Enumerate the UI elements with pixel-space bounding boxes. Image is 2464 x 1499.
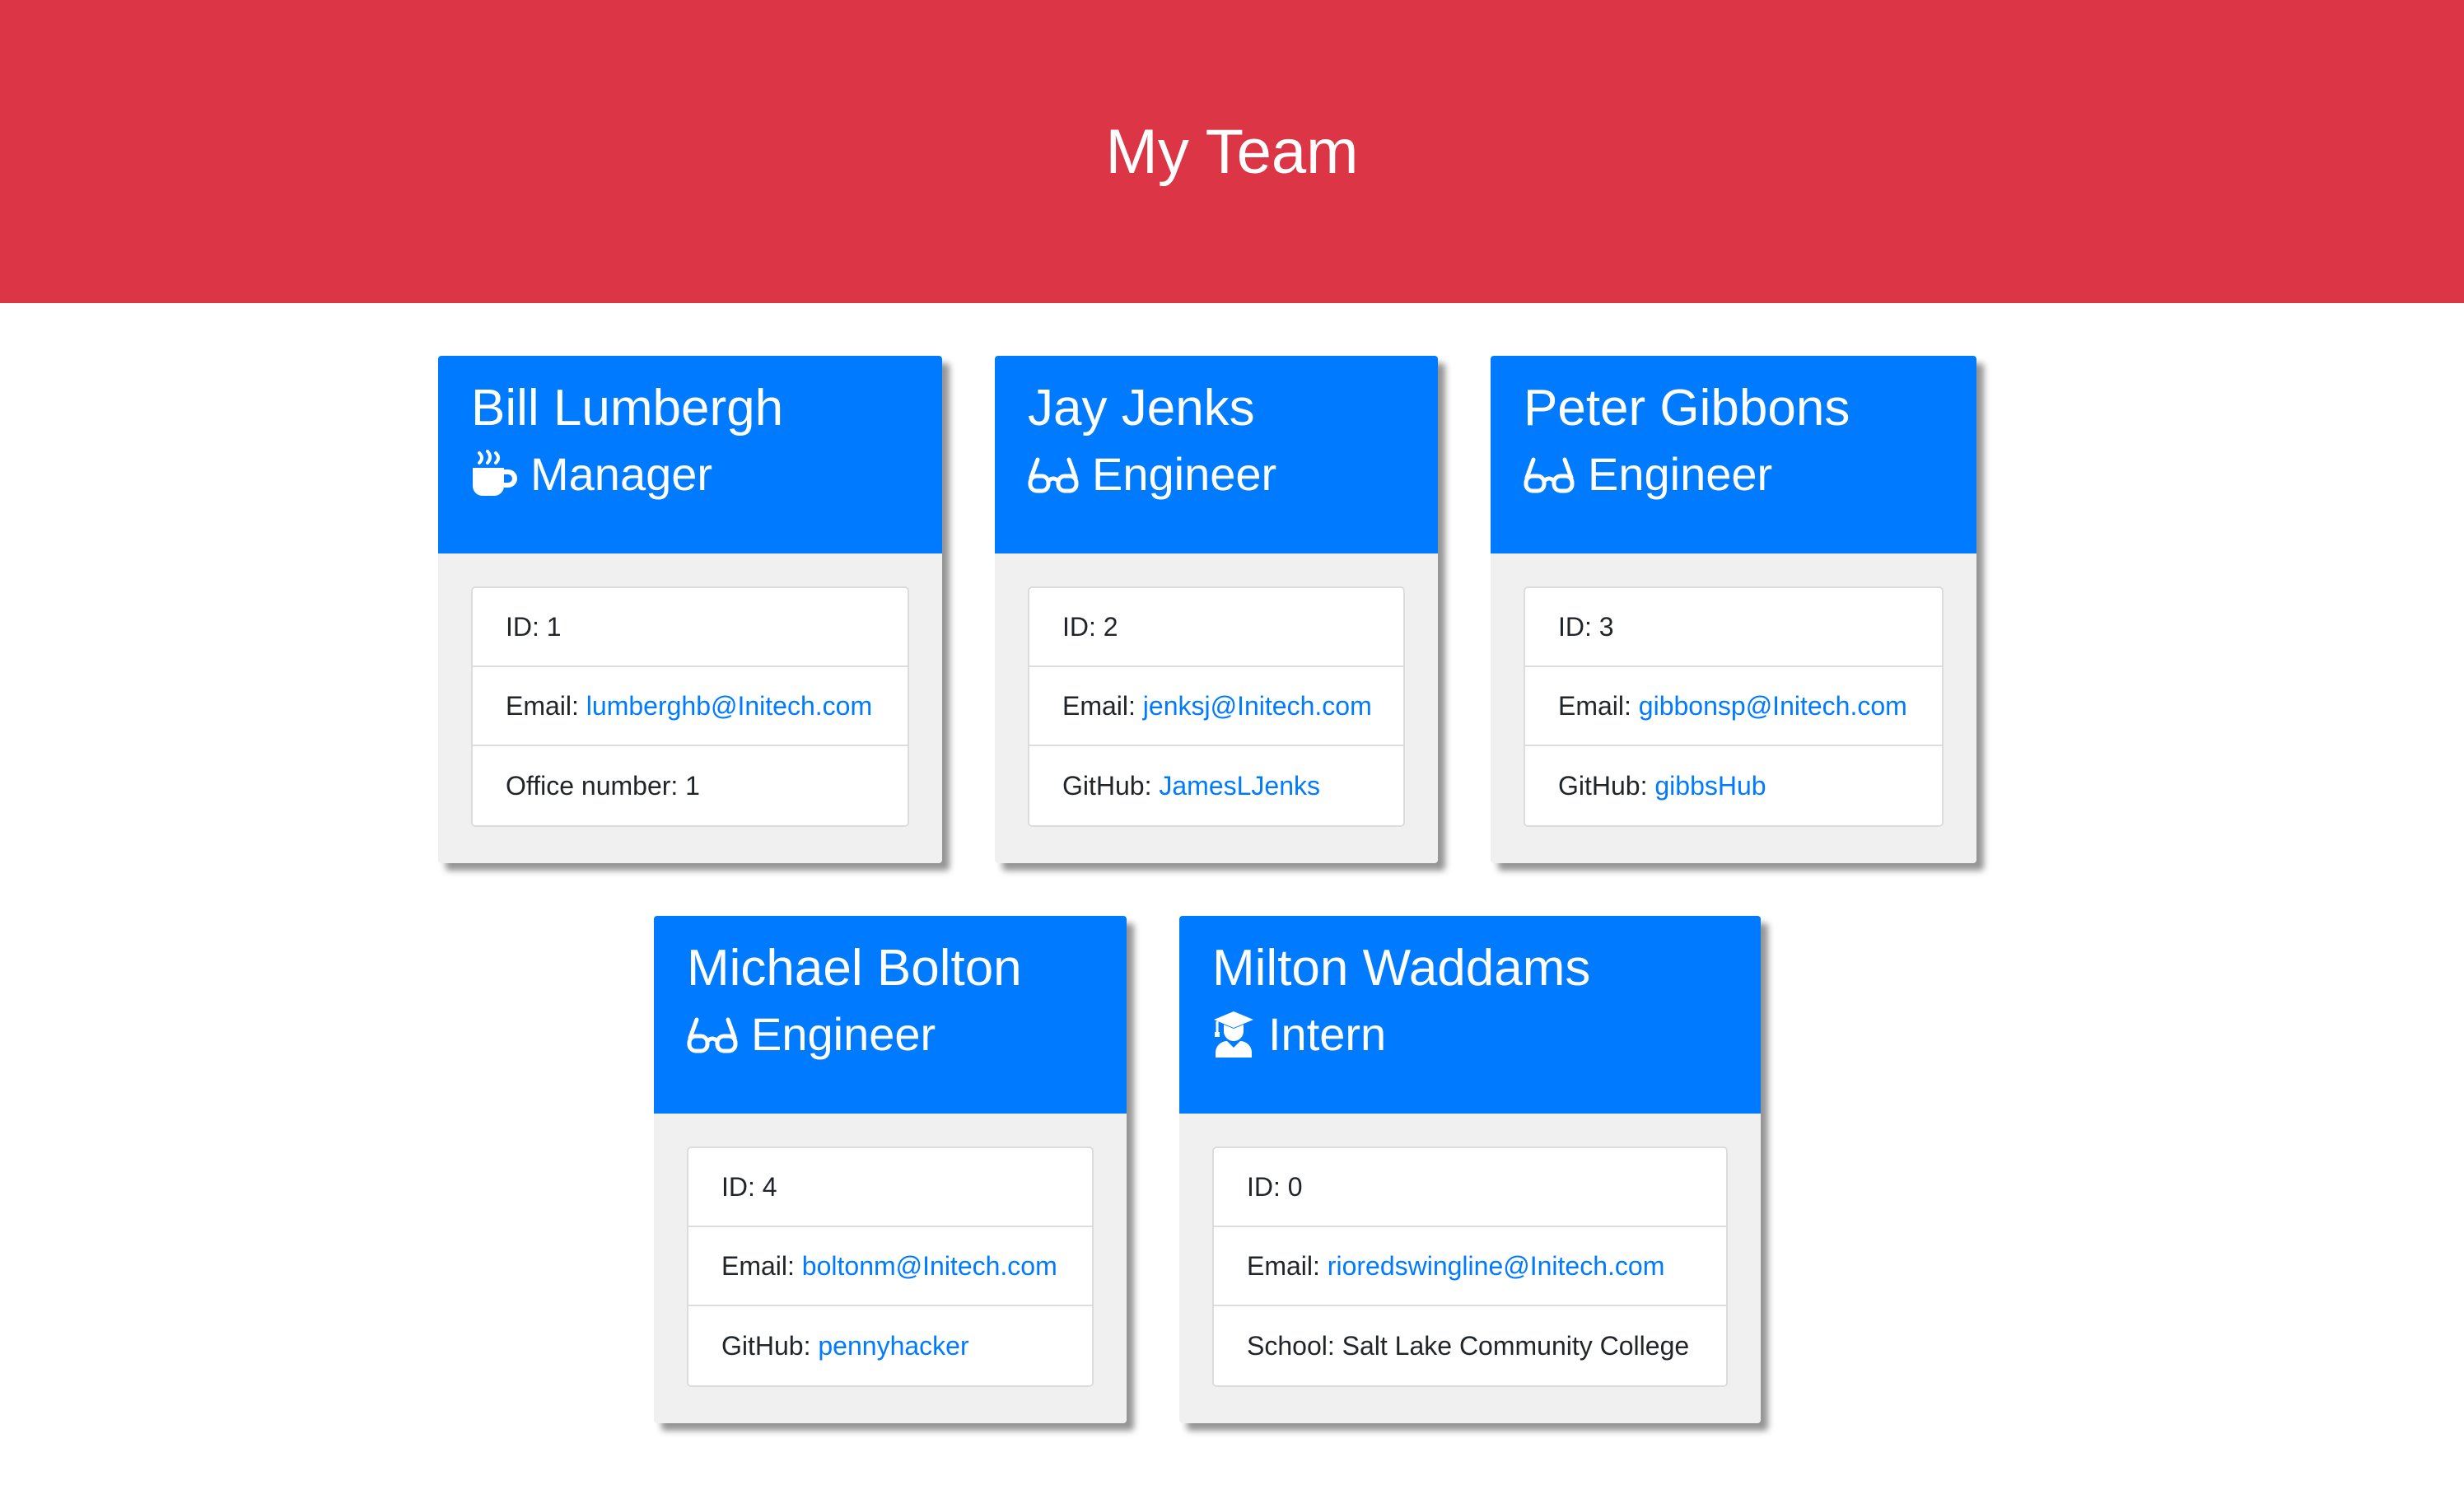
card-body: ID: 4 Email: boltonm@Initech.com GitHub:… bbox=[654, 1114, 1127, 1420]
info-list: ID: 0 Email: rioredswingline@Initech.com… bbox=[1212, 1146, 1728, 1387]
email-label: Email: bbox=[506, 690, 579, 721]
list-item: ID: 2 bbox=[1029, 588, 1403, 667]
info-list: ID: 3 Email: gibbonsp@Initech.com GitHub… bbox=[1524, 586, 1944, 827]
list-item: Office number: 1 bbox=[473, 746, 908, 825]
list-item: ID: 4 bbox=[688, 1148, 1092, 1227]
employee-role: Engineer bbox=[687, 1002, 1094, 1067]
card-header: Peter Gibbons Engineer bbox=[1491, 356, 1976, 553]
id-text: ID: 1 bbox=[506, 611, 562, 642]
card-header: Milton Waddams Intern bbox=[1179, 916, 1761, 1114]
list-item: ID: 0 bbox=[1214, 1148, 1726, 1227]
role-label: Engineer bbox=[751, 1007, 936, 1060]
id-text: ID: 0 bbox=[1247, 1171, 1303, 1202]
github-link[interactable]: JamesLJenks bbox=[1159, 771, 1320, 801]
list-item: ID: 3 bbox=[1525, 588, 1942, 667]
github-label: GitHub: bbox=[1558, 770, 1648, 801]
list-item: GitHub: gibbsHub bbox=[1525, 746, 1942, 825]
email-label: Email: bbox=[1558, 690, 1631, 721]
employee-name: Bill Lumbergh bbox=[471, 380, 784, 437]
github-link[interactable]: pennyhacker bbox=[818, 1331, 968, 1361]
card-header: Jay Jenks Engineer bbox=[995, 356, 1438, 553]
card-header: Michael Bolton Engineer bbox=[654, 916, 1127, 1114]
id-text: ID: 3 bbox=[1558, 611, 1614, 642]
email-link[interactable]: gibbonsp@Initech.com bbox=[1639, 691, 1907, 721]
glasses-icon bbox=[1524, 453, 1575, 496]
employee-name: Michael Bolton bbox=[687, 940, 1022, 997]
role-label: Engineer bbox=[1588, 447, 1773, 500]
email-label: Email: bbox=[1062, 690, 1136, 721]
role-label: Engineer bbox=[1092, 447, 1277, 500]
role-label: Manager bbox=[530, 447, 713, 500]
email-link[interactable]: jenksj@Initech.com bbox=[1143, 691, 1372, 721]
employee-role: Manager bbox=[471, 442, 909, 507]
employee-card: Michael Bolton Engineer ID: 4 Email: bol… bbox=[654, 916, 1127, 1423]
graduate-icon bbox=[1212, 1010, 1255, 1059]
list-item: Email: jenksj@Initech.com bbox=[1029, 667, 1403, 746]
github-label: GitHub: bbox=[721, 1330, 811, 1361]
github-link[interactable]: gibbsHub bbox=[1654, 771, 1766, 801]
info-list: ID: 1 Email: lumberghb@Initech.com Offic… bbox=[471, 586, 909, 827]
email-link[interactable]: lumberghb@Initech.com bbox=[586, 691, 872, 721]
info-list: ID: 4 Email: boltonm@Initech.com GitHub:… bbox=[687, 1146, 1094, 1387]
employee-role: Intern bbox=[1212, 1002, 1728, 1067]
employee-role: Engineer bbox=[1028, 442, 1405, 507]
list-item: Email: gibbonsp@Initech.com bbox=[1525, 667, 1942, 746]
email-label: Email: bbox=[721, 1250, 795, 1281]
github-label: GitHub: bbox=[1062, 770, 1152, 801]
glasses-icon bbox=[687, 1013, 738, 1056]
id-text: ID: 4 bbox=[721, 1171, 777, 1202]
list-item: Email: boltonm@Initech.com bbox=[688, 1227, 1092, 1306]
list-item: Email: rioredswingline@Initech.com bbox=[1214, 1227, 1726, 1306]
employee-name: Milton Waddams bbox=[1212, 940, 1591, 997]
info-list: ID: 2 Email: jenksj@Initech.com GitHub: … bbox=[1028, 586, 1405, 827]
role-label: Intern bbox=[1268, 1007, 1387, 1060]
card-body: ID: 0 Email: rioredswingline@Initech.com… bbox=[1179, 1114, 1761, 1420]
employee-card: Bill Lumbergh Manager ID: 1 Email: lumbe… bbox=[438, 356, 942, 863]
employee-name: Peter Gibbons bbox=[1524, 380, 1850, 437]
employee-card: Peter Gibbons Engineer ID: 3 Email: gibb… bbox=[1491, 356, 1976, 863]
page-header: My Team bbox=[0, 0, 2464, 303]
list-item: Email: lumberghb@Initech.com bbox=[473, 667, 908, 746]
list-item: GitHub: JamesLJenks bbox=[1029, 746, 1403, 825]
email-link[interactable]: boltonm@Initech.com bbox=[802, 1251, 1057, 1282]
list-item: GitHub: pennyhacker bbox=[688, 1306, 1092, 1385]
list-item: School: Salt Lake Community College bbox=[1214, 1306, 1726, 1385]
card-body: ID: 2 Email: jenksj@Initech.com GitHub: … bbox=[995, 553, 1438, 860]
card-body: ID: 3 Email: gibbonsp@Initech.com GitHub… bbox=[1491, 553, 1976, 860]
school-text: School: Salt Lake Community College bbox=[1247, 1330, 1690, 1361]
card-body: ID: 1 Email: lumberghb@Initech.com Offic… bbox=[438, 553, 942, 860]
card-header: Bill Lumbergh Manager bbox=[438, 356, 942, 553]
id-text: ID: 2 bbox=[1062, 611, 1118, 642]
office-number-text: Office number: 1 bbox=[506, 770, 700, 801]
page-title: My Team bbox=[1105, 116, 1359, 187]
employee-name: Jay Jenks bbox=[1028, 380, 1255, 437]
employee-card: Milton Waddams Intern ID: 0 Email: riore… bbox=[1179, 916, 1761, 1423]
employee-card: Jay Jenks Engineer ID: 2 Email: jenksj@I… bbox=[995, 356, 1438, 863]
glasses-icon bbox=[1028, 453, 1079, 496]
employee-role: Engineer bbox=[1524, 442, 1944, 507]
list-item: ID: 1 bbox=[473, 588, 908, 667]
email-link[interactable]: rioredswingline@Initech.com bbox=[1328, 1251, 1665, 1282]
email-label: Email: bbox=[1247, 1250, 1320, 1281]
mug-icon bbox=[471, 449, 517, 499]
